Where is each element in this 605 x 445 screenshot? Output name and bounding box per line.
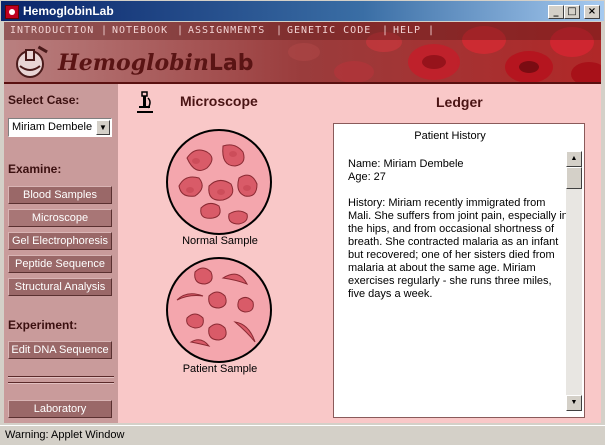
patient-sample-slide bbox=[166, 257, 272, 363]
laboratory-button[interactable]: Laboratory bbox=[8, 400, 112, 418]
edit-dna-sequence-button[interactable]: Edit DNA Sequence bbox=[8, 341, 112, 359]
patient-history-text[interactable]: Name: Miriam Dembele Age: 27 History: Mi… bbox=[348, 158, 570, 314]
app-logo-text: HemoglobinLab bbox=[58, 50, 254, 76]
sidebar-divider bbox=[8, 376, 114, 378]
window-titlebar[interactable]: HemoglobinLab _ □ × bbox=[0, 0, 605, 22]
patient-name-line: Name: Miriam Dembele bbox=[348, 158, 464, 170]
menu-notebook[interactable]: NOTEBOOK bbox=[112, 25, 168, 36]
peptide-sequence-button[interactable]: Peptide Sequence bbox=[8, 255, 112, 273]
app-icon bbox=[5, 5, 19, 19]
structural-analysis-button[interactable]: Structural Analysis bbox=[8, 278, 112, 296]
applet-area: INTRODUCTION | NOTEBOOK | ASSIGNMENTS | … bbox=[4, 22, 601, 423]
menu-separator: | bbox=[101, 25, 108, 36]
sidebar-divider bbox=[8, 382, 114, 384]
ledger-scrollbar[interactable]: ▲ ▼ bbox=[566, 151, 582, 411]
maximize-button[interactable]: □ bbox=[564, 5, 580, 19]
ledger-panel: Patient History Name: Miriam Dembele Age… bbox=[333, 123, 585, 418]
close-button[interactable]: × bbox=[584, 5, 600, 19]
header-banner: INTRODUCTION | NOTEBOOK | ASSIGNMENTS | … bbox=[4, 22, 601, 84]
status-bar: Warning: Applet Window bbox=[0, 425, 605, 445]
patient-age-line: Age: 27 bbox=[348, 171, 386, 183]
menu-separator: | bbox=[177, 25, 184, 36]
select-case-label: Select Case: bbox=[8, 93, 80, 107]
experiment-label: Experiment: bbox=[8, 318, 78, 332]
menu-separator: | bbox=[276, 25, 283, 36]
scroll-down-arrow-icon[interactable]: ▼ bbox=[566, 395, 582, 411]
menu-introduction[interactable]: INTRODUCTION bbox=[10, 25, 94, 36]
sidebar: Select Case: Miriam Dembele ▼ Examine: B… bbox=[4, 84, 118, 423]
microscope-button[interactable]: Microscope bbox=[8, 209, 112, 227]
patient-history-heading: Patient History bbox=[414, 130, 486, 142]
patient-history-paragraph: History: Miriam recently immigrated from… bbox=[348, 197, 568, 300]
case-dropdown[interactable]: Miriam Dembele ▼ bbox=[8, 118, 112, 137]
ledger-title: Ledger bbox=[436, 94, 483, 110]
menu-separator: | bbox=[382, 25, 389, 36]
microscope-icon bbox=[137, 91, 153, 113]
microscope-flask-icon bbox=[16, 45, 48, 78]
scroll-up-arrow-icon[interactable]: ▲ bbox=[566, 151, 582, 167]
blood-samples-button[interactable]: Blood Samples bbox=[8, 186, 112, 204]
menu-genetic-code[interactable]: GENETIC CODE bbox=[287, 25, 371, 36]
patient-sample-label: Patient Sample bbox=[182, 363, 258, 375]
chevron-down-icon[interactable]: ▼ bbox=[96, 120, 110, 135]
normal-sample-slide bbox=[166, 129, 272, 235]
scroll-thumb[interactable] bbox=[566, 167, 582, 189]
microscope-title: Microscope bbox=[180, 93, 258, 109]
gel-electrophoresis-button[interactable]: Gel Electrophoresis bbox=[8, 232, 112, 250]
minimize-button[interactable]: _ bbox=[548, 5, 564, 19]
menu-assignments[interactable]: ASSIGNMENTS bbox=[188, 25, 265, 36]
normal-sample-label: Normal Sample bbox=[182, 235, 258, 247]
menu-separator: | bbox=[428, 25, 435, 36]
examine-label: Examine: bbox=[8, 162, 62, 176]
window-title: HemoglobinLab bbox=[23, 4, 114, 18]
menu-help[interactable]: HELP bbox=[393, 25, 421, 36]
case-dropdown-value: Miriam Dembele bbox=[12, 121, 93, 133]
